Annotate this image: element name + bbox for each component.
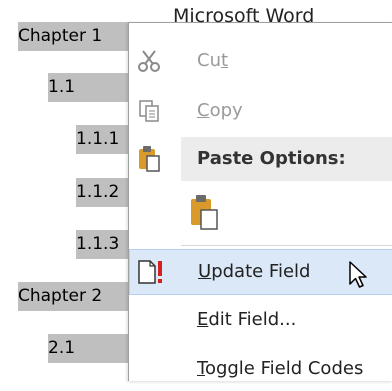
context-menu: Microsoft Word Cut Copy Paste Options: U… xyxy=(128,5,392,381)
menu-item-update-field[interactable]: Update Field xyxy=(129,249,392,295)
menu-item-copy[interactable]: Copy xyxy=(129,89,392,133)
menu-item-update-field-label: Update Field xyxy=(198,261,311,282)
paste-keep-source-button[interactable] xyxy=(181,187,241,237)
toc-entry-label: 1.1.1 xyxy=(76,129,120,149)
copy-icon xyxy=(133,95,165,127)
toc-entry[interactable]: 1.1.3 xyxy=(76,230,128,259)
menu-item-copy-label: Copy xyxy=(197,100,243,121)
toc-entry[interactable]: 2.1 xyxy=(48,334,128,363)
scissors-icon xyxy=(133,45,165,77)
toc-entry[interactable]: 1.1.1 xyxy=(76,125,128,154)
toc-entry-label: 1.1.3 xyxy=(76,234,120,254)
toc-entry-label: 2.1 xyxy=(48,338,76,358)
toc-entry-label: 1.1.2 xyxy=(76,182,120,202)
menu-item-edit-field[interactable]: Edit Field... xyxy=(129,298,392,342)
menu-item-cut[interactable]: Cut xyxy=(129,39,392,83)
toc-entry-label: Chapter 1 xyxy=(18,26,103,46)
paste-options-label: Paste Options: xyxy=(197,148,346,169)
toc-entry[interactable]: 1.1 xyxy=(48,73,128,102)
menu-item-edit-field-label: Edit Field... xyxy=(197,309,297,330)
update-field-icon xyxy=(134,256,166,288)
menu-item-toggle-field-codes[interactable]: Toggle Field Codes xyxy=(129,347,392,391)
mouse-pointer-icon xyxy=(348,260,370,294)
menu-item-toggle-field-codes-label: Toggle Field Codes xyxy=(197,358,364,379)
toc-entry-label: 1.1 xyxy=(48,77,76,97)
toc-entry[interactable]: Chapter 1 xyxy=(18,22,128,51)
paste-keep-source-icon xyxy=(187,193,223,231)
menu-item-cut-label: Cut xyxy=(197,50,229,71)
paste-options-header: Paste Options: xyxy=(181,137,392,181)
menu-title: Microsoft Word xyxy=(173,5,315,27)
toc-entry[interactable]: 1.1.2 xyxy=(76,178,128,207)
toc-entry-label: Chapter 2 xyxy=(18,286,103,306)
clipboard-icon xyxy=(133,143,165,175)
menu-separator xyxy=(181,245,392,246)
toc-entry[interactable]: Chapter 2 xyxy=(18,282,128,311)
